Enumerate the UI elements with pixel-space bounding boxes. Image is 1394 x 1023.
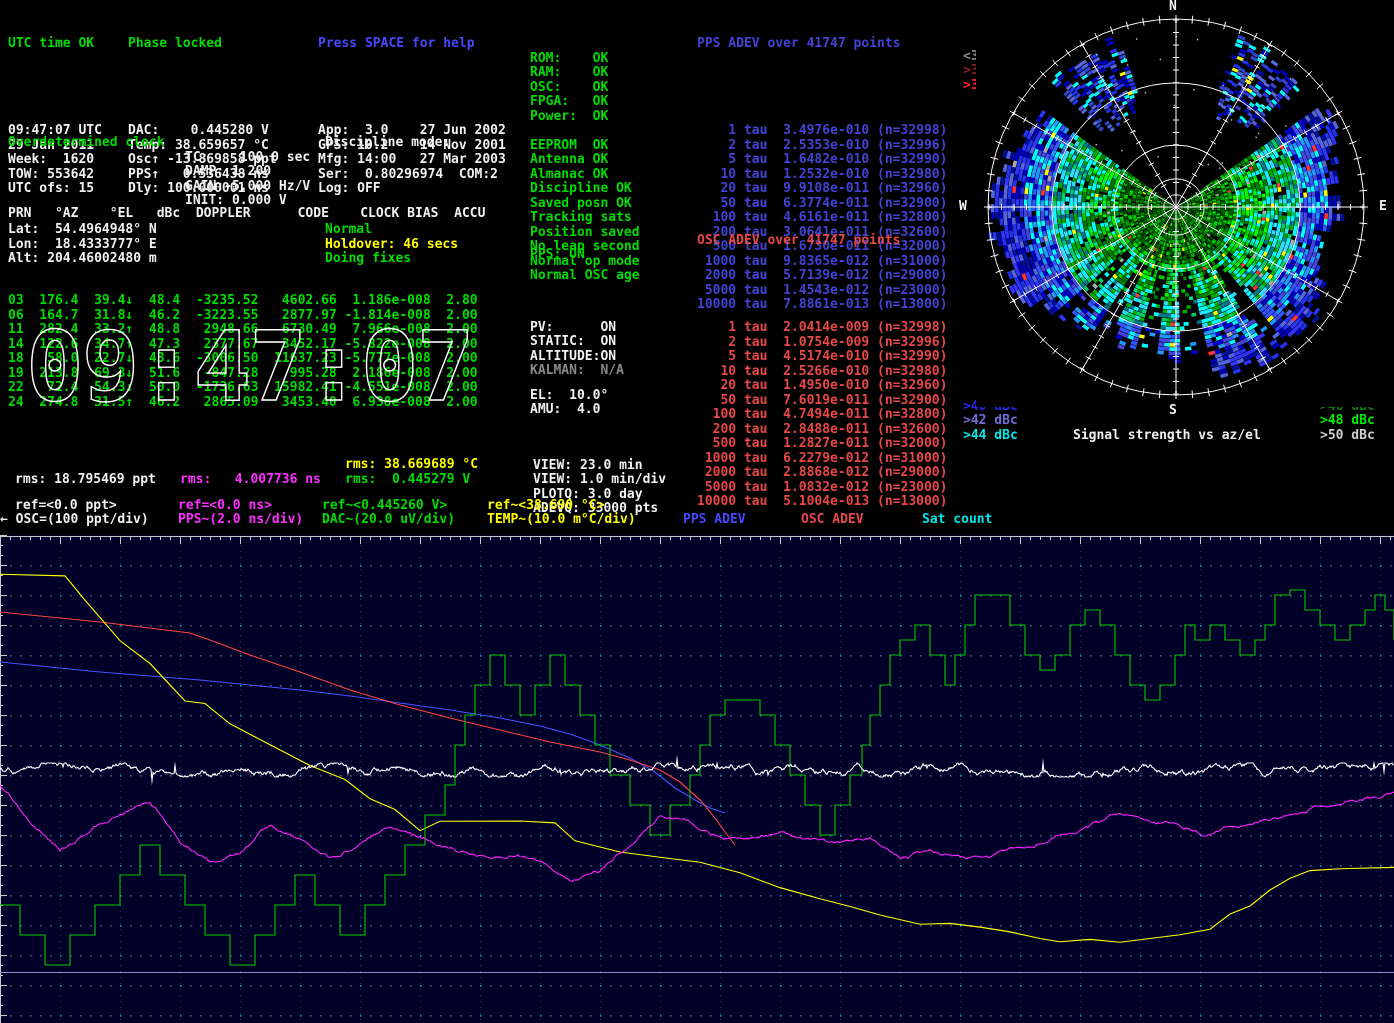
big-clock-digits: 09:47:07 xyxy=(26,316,472,420)
el-amu-block: EL: 10.0°AMU: 4.0 xyxy=(530,345,608,418)
satellite-table-header: PRN °AZ °EL dBc DOPPLER CODE CLOCK BIAS … xyxy=(8,207,485,222)
legend-entry: >48 dBc xyxy=(1320,414,1375,429)
history-strip-chart[interactable] xyxy=(0,535,1394,1023)
table-row: 20 tau 9.9108e-011 (n=32960) xyxy=(697,182,947,197)
table-row: 03 176.4 39.4↓ 48.4 -3235.52 4602.66 1.1… xyxy=(8,294,485,309)
rms-readout: rms: 18.795469 ppt xyxy=(15,473,156,488)
gps-status-line: Almanac OK xyxy=(530,168,640,183)
gps-status-line: EEPROM OK xyxy=(530,139,640,154)
table-row: 100 tau 4.7494e-011 (n=32800) xyxy=(697,408,947,423)
table-row: 2000 tau 2.8868e-012 (n=29000) xyxy=(697,466,947,481)
clock-mode: Overdetermined clock xyxy=(8,136,165,151)
hardware-status-line: OSC: OK xyxy=(530,81,608,96)
table-row: 5000 tau 1.0832e-012 (n=23000) xyxy=(697,481,947,496)
view-queue-line: VIEW: 1.0 min/div xyxy=(533,473,666,488)
plot-scale-label[interactable]: Sat count xyxy=(922,513,992,528)
compass-east: E xyxy=(1379,200,1387,215)
compass-west: W xyxy=(959,200,967,215)
el-amu-line: EL: 10.0° xyxy=(530,389,608,404)
discipline-mode-label: Discipline mode: xyxy=(325,136,458,151)
legend-entry: >50 dBc xyxy=(1320,429,1375,444)
signal-strength-polar-chart[interactable] xyxy=(976,7,1376,407)
table-row: 1 tau 2.0414e-009 (n=32998) xyxy=(697,321,947,336)
gps-status-line: Position saved xyxy=(530,226,640,241)
pps-adev-title: PPS ADEV over 41747 points xyxy=(697,37,947,52)
table-row: 10 tau 1.2532e-010 (n=32980) xyxy=(697,168,947,183)
help-hint[interactable]: Press SPACE for help xyxy=(318,37,506,52)
plot-scale-label[interactable]: OSC ADEV xyxy=(801,513,864,528)
table-row: 50 tau 7.6019e-011 (n=32900) xyxy=(697,394,947,409)
table-row: 2 tau 1.0754e-009 (n=32996) xyxy=(697,336,947,351)
plot-scale-label[interactable]: PPS ADEV xyxy=(683,513,746,528)
phase-status: Phase locked xyxy=(128,37,277,52)
table-row: 500 tau 1.2827e-011 (n=32000) xyxy=(697,437,947,452)
plot-scale-label[interactable]: DAC~(20.0 uV/div) xyxy=(322,513,455,528)
table-row: 10 tau 2.5266e-010 (n=32980) xyxy=(697,365,947,380)
plot-scale-label[interactable]: PPS~(2.0 ns/div) xyxy=(178,513,303,528)
rms-readout: rms: 38.669689 °C xyxy=(345,458,478,473)
osc-adev-table: OSC ADEV over 41747 points 1 tau 2.0414e… xyxy=(697,205,947,539)
table-row: 20 tau 1.4950e-010 (n=32960) xyxy=(697,379,947,394)
plot-scale-label[interactable]: TEMP~(10.0 m°C/div) xyxy=(487,513,636,528)
table-row: 2 tau 2.5353e-010 (n=32996) xyxy=(697,139,947,154)
polar-chart-caption: Signal strength vs az/el xyxy=(1073,429,1261,444)
table-row: 200 tau 2.8488e-011 (n=32600) xyxy=(697,423,947,438)
legend-entry: >44 dBc xyxy=(963,429,1018,444)
rms-readout: rms: 0.445279 V xyxy=(345,473,470,488)
rms-readout: rms: 4.007736 ns xyxy=(180,473,321,488)
gps-status-line: Discipline OK xyxy=(530,182,640,197)
gps-status-line: Saved posn OK xyxy=(530,197,640,212)
view-queue-line: VIEW: 23.0 min xyxy=(533,459,666,474)
lady-heather-screen: UTC time OK 09:47:07 UTC29 Jan 2011Week:… xyxy=(0,0,1394,1023)
hardware-status-line: ROM: OK xyxy=(530,52,608,67)
compass-south: S xyxy=(1169,404,1177,419)
gps-status-line: Tracking sats xyxy=(530,211,640,226)
osc-adev-rows: 1 tau 2.0414e-009 (n=32998) 2 tau 1.0754… xyxy=(697,278,947,510)
osc-adev-title: OSC ADEV over 41747 points xyxy=(697,234,947,249)
gps-status-line: Antenna OK xyxy=(530,153,640,168)
receiver-mode-line: PV: ON xyxy=(530,321,624,336)
table-row: 1 tau 3.4976e-010 (n=32998) xyxy=(697,124,947,139)
hardware-status-line: RAM: OK xyxy=(530,66,608,81)
pps-state: PPS: ON xyxy=(530,248,585,263)
legend-entry: >42 dBc xyxy=(963,414,1018,429)
table-row: 5 tau 1.6482e-010 (n=32990) xyxy=(697,153,947,168)
compass-north: N xyxy=(1169,0,1177,15)
table-row: 1000 tau 6.2279e-012 (n=31000) xyxy=(697,452,947,467)
utc-status: UTC time OK xyxy=(8,37,102,52)
plot-scale-label[interactable]: ← OSC=(100 ppt/div) xyxy=(0,513,149,528)
loop-param-line: TC: 100.0 sec xyxy=(185,151,310,166)
big-digital-clock: 09:47:07 xyxy=(18,316,498,420)
table-row: 5 tau 4.5174e-010 (n=32990) xyxy=(697,350,947,365)
table-row: 10000 tau 5.1004e-013 (n=13000) xyxy=(697,495,947,510)
